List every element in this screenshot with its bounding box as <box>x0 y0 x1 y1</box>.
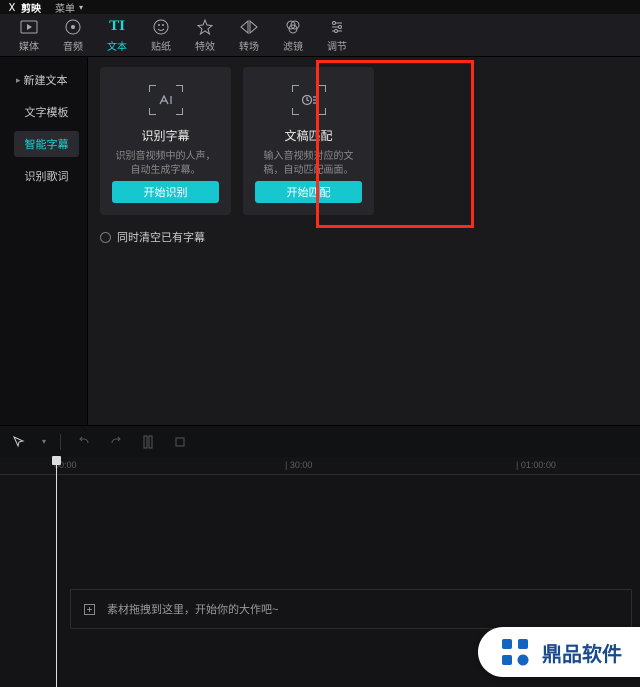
transition-icon <box>240 18 258 36</box>
audio-icon <box>65 18 81 36</box>
track-hint: 素材拖拽到这里，开始你的大作吧~ <box>107 601 278 617</box>
add-media-icon <box>83 603 95 615</box>
playhead[interactable] <box>56 457 57 687</box>
tab-sticker[interactable]: 贴纸 <box>142 18 180 53</box>
undo-button[interactable] <box>75 433 93 451</box>
chevron-down-icon[interactable]: ▾ <box>42 437 46 446</box>
radio-icon <box>100 232 111 243</box>
effect-icon <box>197 18 213 36</box>
card-title: 识别字幕 <box>141 127 189 144</box>
subtitle-scan-icon <box>149 85 183 115</box>
tab-filter[interactable]: 滤镜 <box>274 18 312 53</box>
top-tabs: 媒体 音频 TI 文本 贴纸 特效 转场 滤镜 调节 <box>0 14 640 57</box>
sidebar-item-smart-subtitle[interactable]: 智能字幕 <box>14 131 79 157</box>
content-panel: 识别字幕 识别音视频中的人声，自动生成字幕。 开始识别 文稿匹配 输入音视频对应… <box>88 57 640 425</box>
card-desc: 输入音视频对应的文稿，自动匹配画面。 <box>255 150 362 178</box>
redo-button[interactable] <box>107 433 125 451</box>
menubar: 剪映 菜单 ▾ <box>0 0 640 14</box>
tab-effect[interactable]: 特效 <box>186 18 224 53</box>
tab-text[interactable]: TI 文本 <box>98 18 136 53</box>
sidebar-item-recognize-lyric[interactable]: 识别歌词 <box>14 163 79 189</box>
sticker-icon <box>153 18 169 36</box>
split-button[interactable] <box>139 433 157 451</box>
app-name: 剪映 <box>21 0 41 15</box>
sidebar-item-new-text[interactable]: 新建文本 <box>14 67 79 93</box>
watermark: 鼎品软件 <box>478 627 640 677</box>
menu-dropdown[interactable]: 菜单 ▾ <box>55 0 83 15</box>
tab-media[interactable]: 媒体 <box>10 18 48 53</box>
pointer-tool-button[interactable] <box>10 433 28 451</box>
card-script-match: 文稿匹配 输入音视频对应的文稿，自动匹配画面。 开始匹配 <box>243 67 374 215</box>
start-recognize-button[interactable]: 开始识别 <box>112 181 219 203</box>
card-title: 文稿匹配 <box>284 127 332 144</box>
filter-icon <box>285 18 301 36</box>
tab-transition[interactable]: 转场 <box>230 18 268 53</box>
script-match-icon <box>292 85 326 115</box>
tab-adjust[interactable]: 调节 <box>318 18 356 53</box>
app-logo: 剪映 <box>6 0 41 15</box>
adjust-icon <box>329 18 345 36</box>
crop-button[interactable] <box>171 433 189 451</box>
scissors-icon <box>6 1 18 13</box>
media-icon <box>20 18 38 36</box>
chevron-down-icon: ▾ <box>79 3 83 12</box>
ruler-mark: | 01:00:00 <box>516 460 556 470</box>
timeline-ruler[interactable]: 00:00 | 30:00 | 01:00:00 <box>0 457 640 475</box>
ruler-mark: | 30:00 <box>285 460 312 470</box>
card-recognize-subtitle: 识别字幕 识别音视频中的人声，自动生成字幕。 开始识别 <box>100 67 231 215</box>
text-icon: TI <box>109 18 125 36</box>
sidebar-item-text-template[interactable]: 文字模板 <box>14 99 79 125</box>
watermark-logo-icon <box>498 635 532 669</box>
tab-audio[interactable]: 音频 <box>54 18 92 53</box>
card-desc: 识别音视频中的人声，自动生成字幕。 <box>112 150 219 178</box>
watermark-text: 鼎品软件 <box>542 638 622 667</box>
sidebar: 新建文本 文字模板 智能字幕 识别歌词 <box>0 57 88 425</box>
timeline-toolbar: ▾ <box>0 425 640 457</box>
empty-track[interactable]: 素材拖拽到这里，开始你的大作吧~ <box>70 589 632 629</box>
clear-subtitle-checkbox[interactable]: 同时清空已有字幕 <box>100 229 628 245</box>
start-match-button[interactable]: 开始匹配 <box>255 181 362 203</box>
